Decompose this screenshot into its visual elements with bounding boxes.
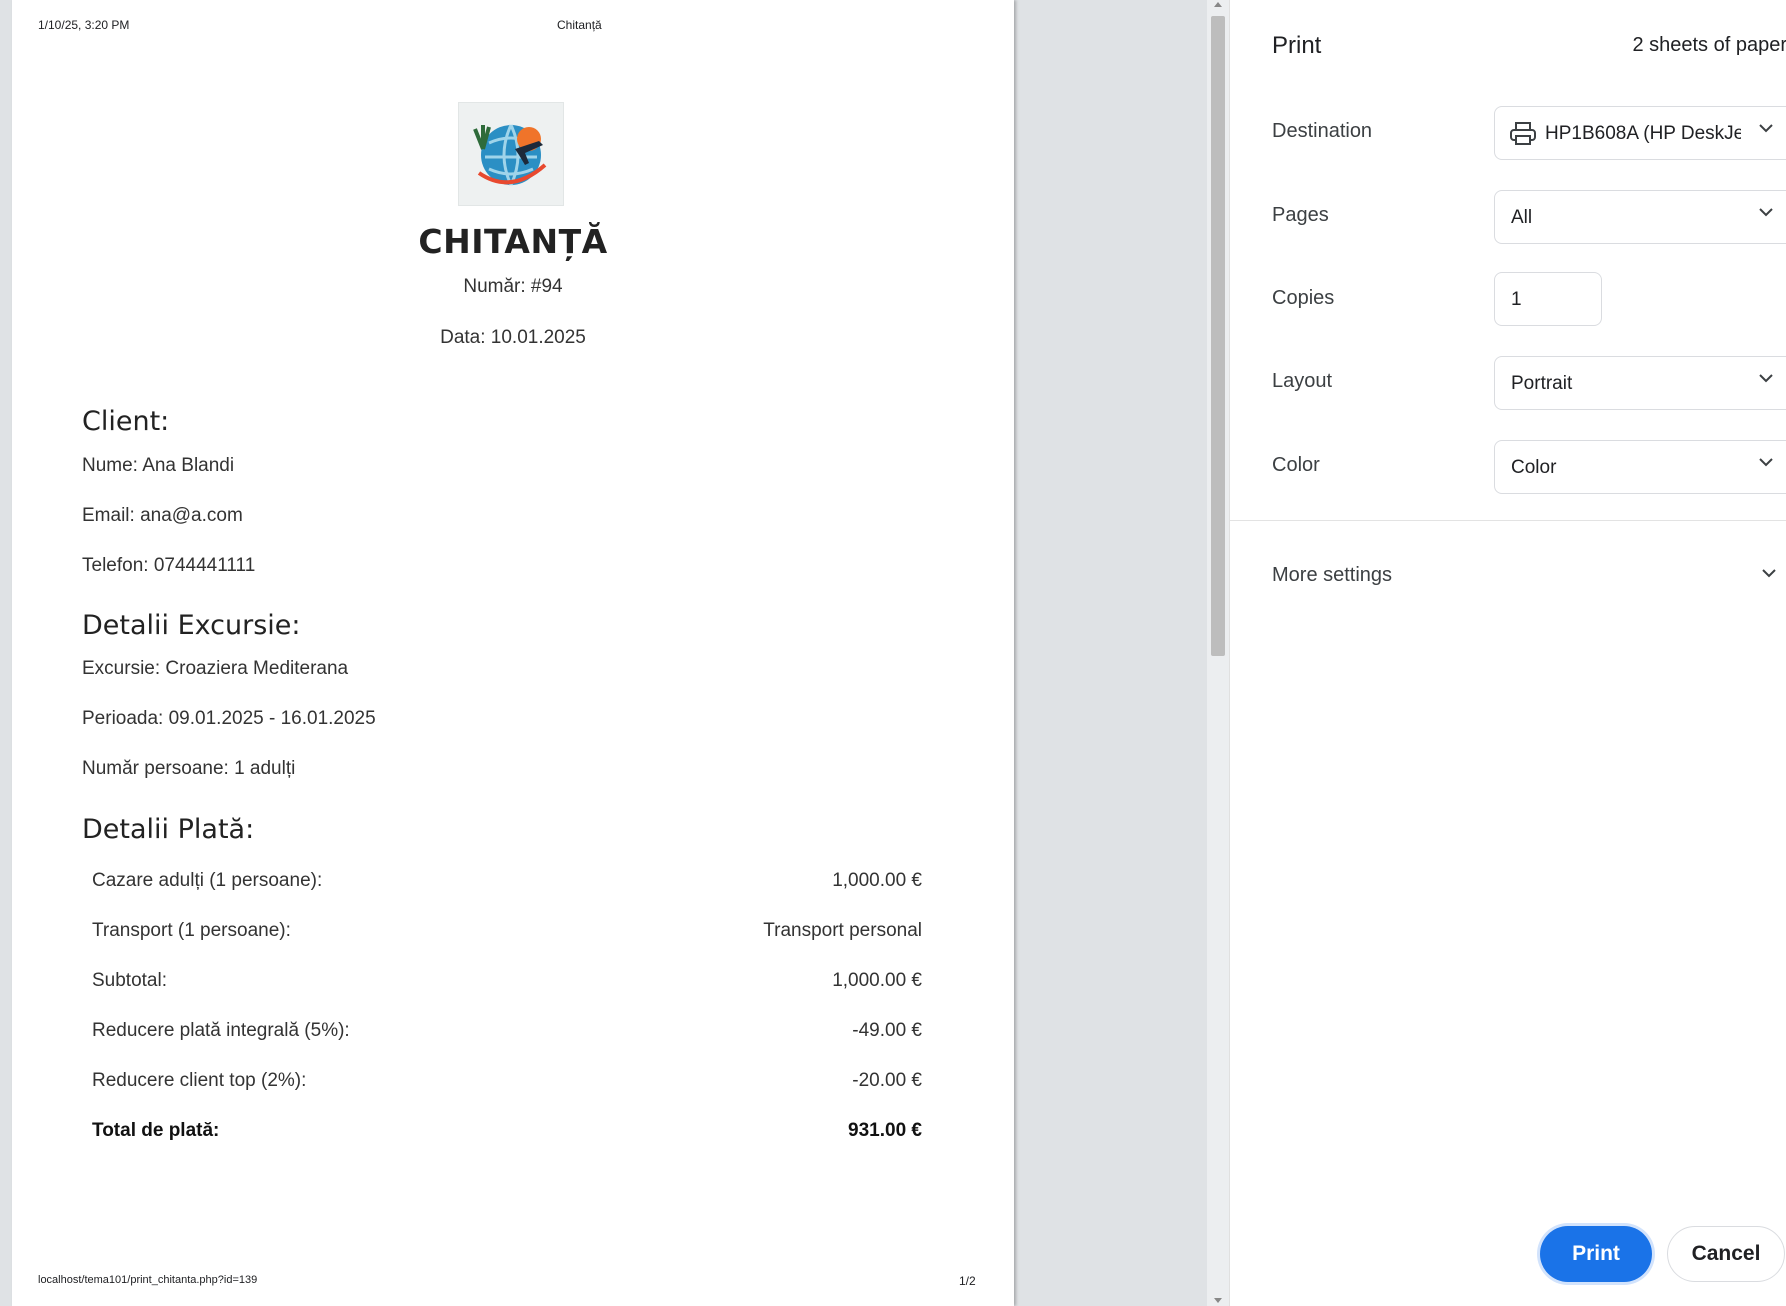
copies-label: Copies (1272, 287, 1335, 309)
page-footer-number: 1/2 (959, 1274, 976, 1288)
scroll-up-arrow-icon[interactable] (1214, 2, 1222, 7)
payment-row-value: 1,000.00 € (832, 870, 922, 891)
destination-select[interactable]: HP1B608A (HP DeskJet (1494, 106, 1786, 160)
print-button[interactable]: Print (1540, 1226, 1652, 1282)
payment-row-value: -20.00 € (852, 1070, 922, 1091)
page-header-datetime: 1/10/25, 3:20 PM (38, 18, 130, 32)
trip-heading: Detalii Excursie: (82, 610, 301, 641)
client-phone: Telefon: 0744441111 (82, 555, 256, 576)
payment-row-label: Reducere client top (2%): (92, 1070, 307, 1091)
chevron-down-icon (1759, 458, 1773, 467)
copies-value: 1 (1511, 289, 1522, 310)
page-footer-url: localhost/tema101/print_chitanta.php?id=… (38, 1274, 258, 1286)
client-name: Nume: Ana Blandi (82, 455, 235, 476)
client-email: Email: ana@a.com (82, 505, 243, 526)
sheet-count: 2 sheets of paper (1632, 34, 1786, 56)
payment-row-label: Reducere plată integrală (5%): (92, 1020, 350, 1041)
payment-total-label: Total de plată: (92, 1120, 220, 1141)
color-label: Color (1272, 454, 1320, 476)
scrollbar-thumb[interactable] (1211, 16, 1225, 656)
more-settings-toggle[interactable]: More settings (1272, 564, 1392, 587)
payment-row-value: Transport personal (763, 920, 922, 941)
travel-logo-image (458, 102, 564, 206)
receipt-number: Număr: #94 (463, 276, 563, 297)
receipt-date: Data: 10.01.2025 (440, 327, 586, 348)
chevron-down-icon (1759, 208, 1773, 217)
client-heading: Client: (82, 406, 170, 437)
chevron-down-icon (1759, 374, 1773, 383)
printer-icon (1509, 121, 1537, 152)
payment-row-label: Transport (1 persoane): (92, 920, 291, 941)
pages-select[interactable]: All (1494, 190, 1786, 244)
panel-divider (1230, 520, 1786, 521)
payment-row-value: -49.00 € (852, 1020, 922, 1041)
scroll-down-arrow-icon[interactable] (1214, 1298, 1222, 1303)
page-header-title: Chitanță (557, 18, 602, 32)
panel-title: Print (1272, 32, 1322, 59)
payment-row-label: Cazare adulți (1 persoane): (92, 870, 323, 891)
color-select[interactable]: Color (1494, 440, 1786, 494)
layout-label: Layout (1272, 370, 1333, 392)
color-value: Color (1511, 457, 1557, 478)
payment-row-value: 1,000.00 € (832, 970, 922, 991)
trip-period: Perioada: 09.01.2025 - 16.01.2025 (82, 708, 376, 729)
payment-heading: Detalii Plată: (82, 814, 255, 845)
trip-persons: Număr persoane: 1 adulți (82, 758, 296, 779)
destination-label: Destination (1272, 120, 1373, 142)
layout-value: Portrait (1511, 373, 1573, 394)
copies-input[interactable]: 1 (1494, 272, 1602, 326)
cancel-button[interactable]: Cancel (1667, 1226, 1785, 1282)
chevron-down-icon (1759, 124, 1773, 133)
trip-name: Excursie: Croaziera Mediterana (82, 658, 349, 679)
print-settings-panel: Print 2 sheets of paper Destination HP1B… (1229, 0, 1786, 1306)
destination-value: HP1B608A (HP DeskJet (1545, 123, 1741, 144)
layout-select[interactable]: Portrait (1494, 356, 1786, 410)
pages-label: Pages (1272, 204, 1329, 226)
pages-value: All (1511, 207, 1533, 228)
payment-row-label: Subtotal: (92, 970, 167, 991)
preview-scrollbar[interactable] (1207, 0, 1229, 1306)
receipt-title: CHITANȚĂ (418, 222, 608, 261)
print-preview-area: 1/10/25, 3:20 PM Chitanță CHITANȚĂ Număr… (0, 0, 1207, 1306)
preview-page: 1/10/25, 3:20 PM Chitanță CHITANȚĂ Număr… (12, 0, 1014, 1306)
chevron-down-icon[interactable] (1761, 565, 1777, 581)
payment-total-value: 931.00 € (848, 1120, 922, 1141)
